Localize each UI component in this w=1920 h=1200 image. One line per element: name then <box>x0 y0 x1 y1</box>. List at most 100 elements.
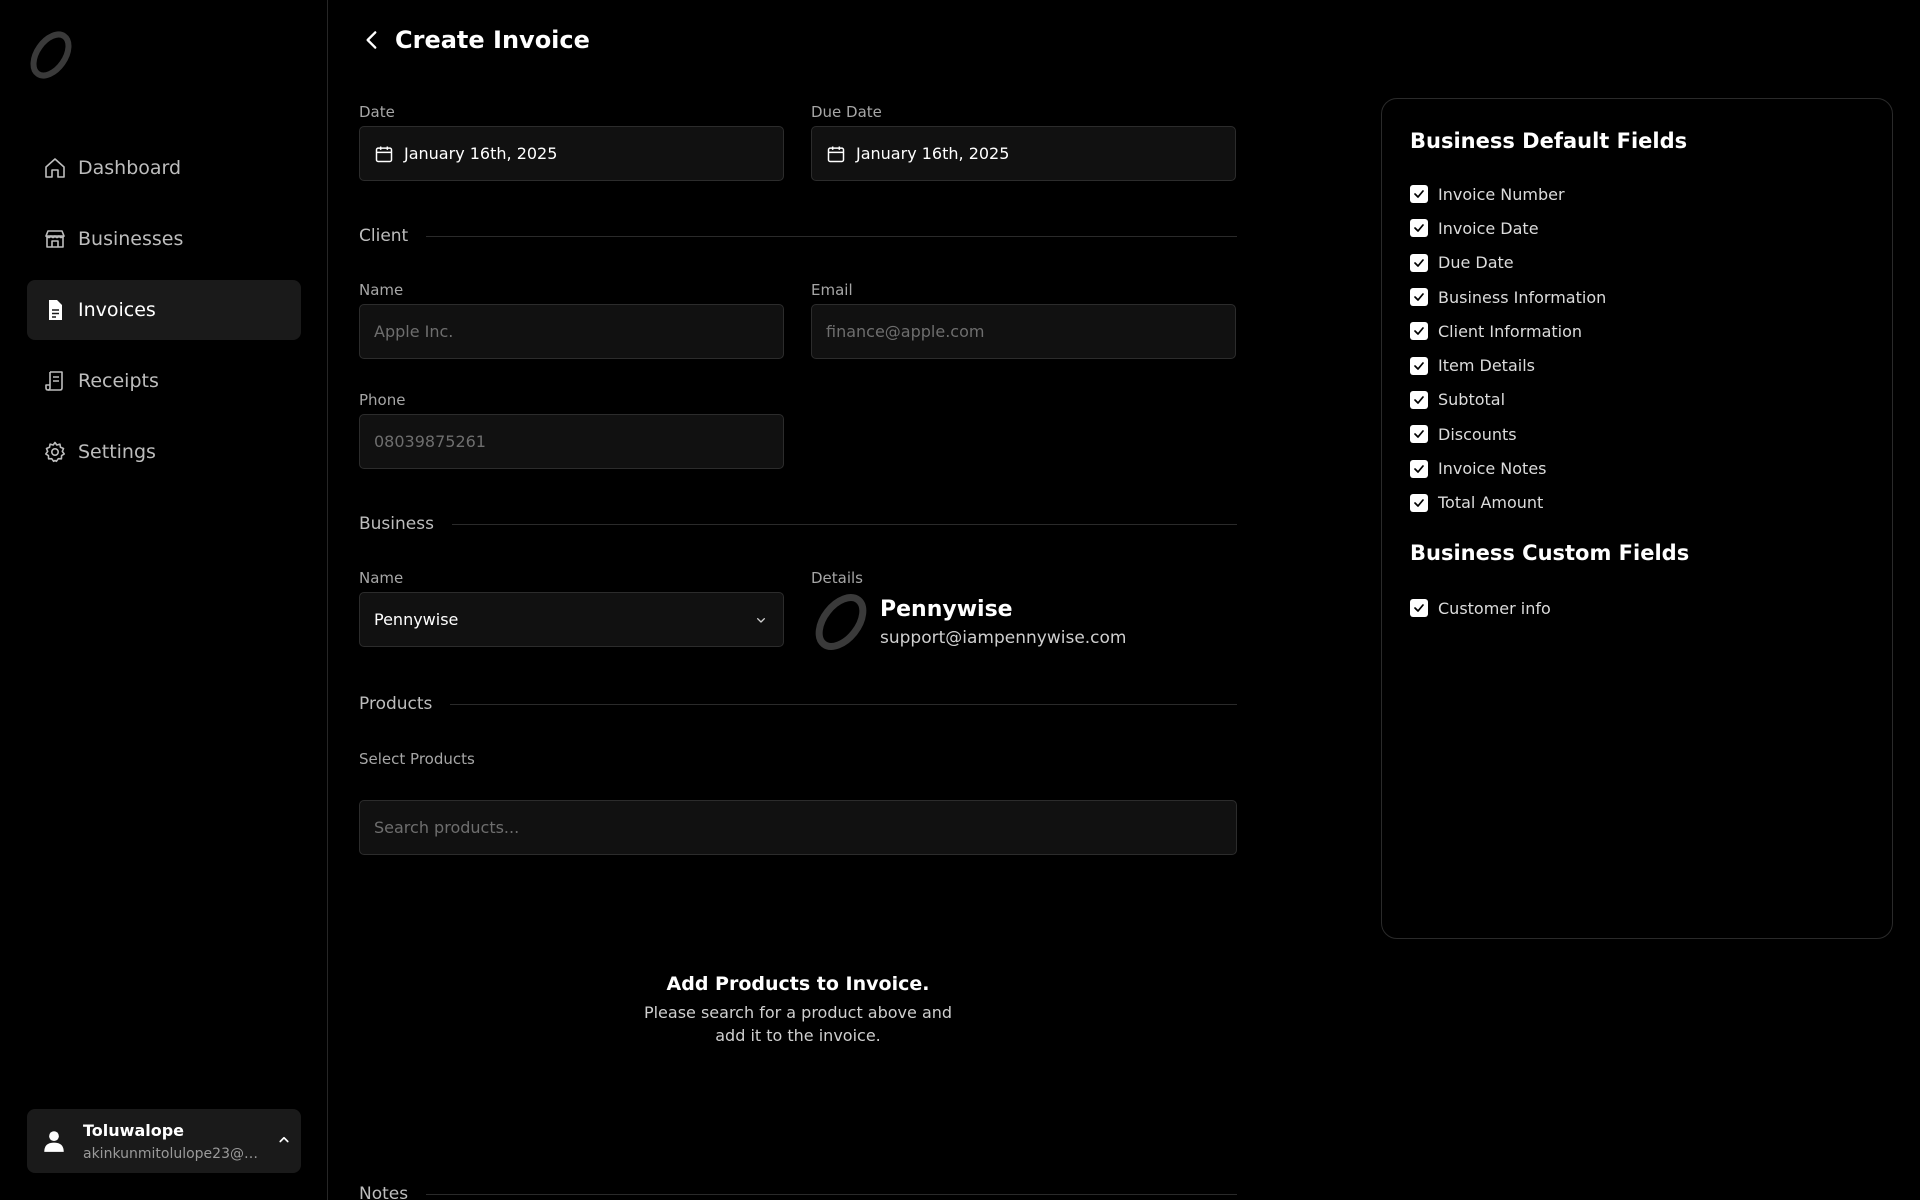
default-fields-title: Business Default Fields <box>1410 129 1688 153</box>
field-checkbox-label: Client Information <box>1438 321 1583 341</box>
business-logo-icon <box>811 592 871 652</box>
field-checkbox[interactable]: Business Information <box>1410 280 1606 314</box>
client-email-placeholder: finance@apple.com <box>826 322 985 341</box>
checkbox-checked-icon[interactable] <box>1410 253 1428 272</box>
field-checkbox-label: Item Details <box>1438 356 1535 376</box>
checkbox-checked-icon[interactable] <box>1410 390 1428 409</box>
sidebar-item-settings[interactable]: Settings <box>27 422 301 482</box>
divider <box>426 1193 1237 1195</box>
field-checkbox-label: Customer info <box>1438 598 1551 618</box>
receipt-icon <box>43 369 67 393</box>
sidebar-nav: Dashboard Businesses Invoices Receipts S… <box>27 138 301 493</box>
empty-state-description: Please search for a product above and ad… <box>643 1003 953 1045</box>
page-header: Create Invoice <box>359 26 590 54</box>
client-phone-input[interactable]: 08039875261 <box>359 414 784 469</box>
divider <box>451 523 1237 525</box>
section-title: Notes <box>359 1184 409 1200</box>
field-checkbox-label: Invoice Number <box>1438 184 1565 204</box>
business-details-name: Pennywise <box>880 597 1013 622</box>
field-checkbox[interactable]: Due Date <box>1410 246 1606 280</box>
notes-section-header: Notes <box>359 1184 1237 1200</box>
sidebar-item-label: Invoices <box>78 299 156 321</box>
checkbox-checked-icon[interactable] <box>1410 322 1428 341</box>
checkbox-checked-icon[interactable] <box>1410 459 1428 478</box>
sidebar: Dashboard Businesses Invoices Receipts S… <box>0 0 328 1200</box>
create-invoice-form: Create Invoice Date January 16th, 2025 D… <box>359 0 1237 1200</box>
divider <box>450 703 1237 705</box>
field-checkbox[interactable]: Discounts <box>1410 417 1606 451</box>
field-checkbox-label: Invoice Notes <box>1438 459 1547 479</box>
product-search-placeholder: Search products... <box>374 818 520 837</box>
client-phone-placeholder: 08039875261 <box>374 432 486 451</box>
chevron-up-icon[interactable] <box>275 1131 293 1149</box>
checkbox-checked-icon[interactable] <box>1410 288 1428 307</box>
field-checkbox[interactable]: Subtotal <box>1410 383 1606 417</box>
section-title: Business <box>359 514 434 534</box>
business-details-label: Details <box>811 569 864 587</box>
client-email-input[interactable]: finance@apple.com <box>811 304 1236 359</box>
app-logo-icon[interactable] <box>26 30 76 80</box>
business-details-email: support@iampennywise.com <box>880 628 1127 648</box>
user-name: Toluwalope <box>83 1120 185 1140</box>
sidebar-item-dashboard[interactable]: Dashboard <box>27 138 301 198</box>
home-icon <box>43 156 67 180</box>
invoice-fields-panel: Business Default Fields Invoice Number I… <box>1381 98 1893 939</box>
checkbox-checked-icon[interactable] <box>1410 425 1428 444</box>
custom-fields-title: Business Custom Fields <box>1410 541 1690 565</box>
checkbox-checked-icon[interactable] <box>1410 219 1428 238</box>
user-icon <box>41 1128 67 1154</box>
business-name-label: Name <box>359 569 404 587</box>
select-products-label: Select Products <box>359 750 475 768</box>
default-fields-list: Invoice Number Invoice Date Due Date Bus… <box>1410 177 1606 520</box>
user-menu[interactable]: Toluwalope akinkunmitolulope23@g... <box>27 1109 301 1173</box>
sidebar-item-invoices[interactable]: Invoices <box>27 280 301 340</box>
field-checkbox[interactable]: Invoice Number <box>1410 177 1606 211</box>
checkbox-checked-icon[interactable] <box>1410 599 1428 618</box>
field-checkbox-label: Subtotal <box>1438 390 1506 410</box>
field-checkbox[interactable]: Invoice Notes <box>1410 451 1606 485</box>
due-date-value: January 16th, 2025 <box>856 144 1010 163</box>
checkbox-checked-icon[interactable] <box>1410 493 1428 512</box>
sidebar-item-receipts[interactable]: Receipts <box>27 351 301 411</box>
due-date-label: Due Date <box>811 103 882 121</box>
date-value: January 16th, 2025 <box>404 144 558 163</box>
checkbox-checked-icon[interactable] <box>1410 356 1428 375</box>
field-checkbox[interactable]: Client Information <box>1410 314 1606 348</box>
sidebar-item-label: Settings <box>78 441 156 463</box>
store-icon <box>43 227 67 251</box>
field-checkbox-label: Total Amount <box>1438 493 1544 513</box>
client-name-input[interactable]: Apple Inc. <box>359 304 784 359</box>
field-checkbox-label: Business Information <box>1438 287 1607 307</box>
date-picker[interactable]: January 16th, 2025 <box>359 126 784 181</box>
client-phone-label: Phone <box>359 391 406 409</box>
gear-icon <box>43 440 67 464</box>
sidebar-item-label: Receipts <box>78 370 159 392</box>
field-checkbox-label: Discounts <box>1438 424 1517 444</box>
field-checkbox[interactable]: Invoice Date <box>1410 211 1606 245</box>
page-title: Create Invoice <box>395 26 590 54</box>
product-search-input[interactable]: Search products... <box>359 800 1237 855</box>
client-section-header: Client <box>359 226 1237 246</box>
products-section-header: Products <box>359 694 1237 714</box>
sidebar-item-businesses[interactable]: Businesses <box>27 209 301 269</box>
client-name-placeholder: Apple Inc. <box>374 322 454 341</box>
divider <box>426 235 1237 237</box>
section-title: Products <box>359 694 433 714</box>
calendar-icon <box>374 144 394 164</box>
field-checkbox[interactable]: Item Details <box>1410 348 1606 382</box>
due-date-picker[interactable]: January 16th, 2025 <box>811 126 1236 181</box>
back-arrow-icon[interactable] <box>359 27 385 53</box>
calendar-icon <box>826 144 846 164</box>
chevron-down-icon <box>753 612 769 628</box>
field-checkbox[interactable]: Customer info <box>1410 591 1551 625</box>
business-section-header: Business <box>359 514 1237 534</box>
date-label: Date <box>359 103 395 121</box>
field-checkbox-label: Due Date <box>1438 253 1514 273</box>
business-select[interactable]: Pennywise <box>359 592 784 647</box>
field-checkbox[interactable]: Total Amount <box>1410 486 1606 520</box>
section-title: Client <box>359 226 409 246</box>
empty-products-state: Add Products to Invoice. Please search f… <box>359 973 1237 1047</box>
custom-fields-list: Customer info <box>1410 591 1551 625</box>
user-email: akinkunmitolulope23@g... <box>83 1145 263 1162</box>
checkbox-checked-icon[interactable] <box>1410 185 1428 204</box>
